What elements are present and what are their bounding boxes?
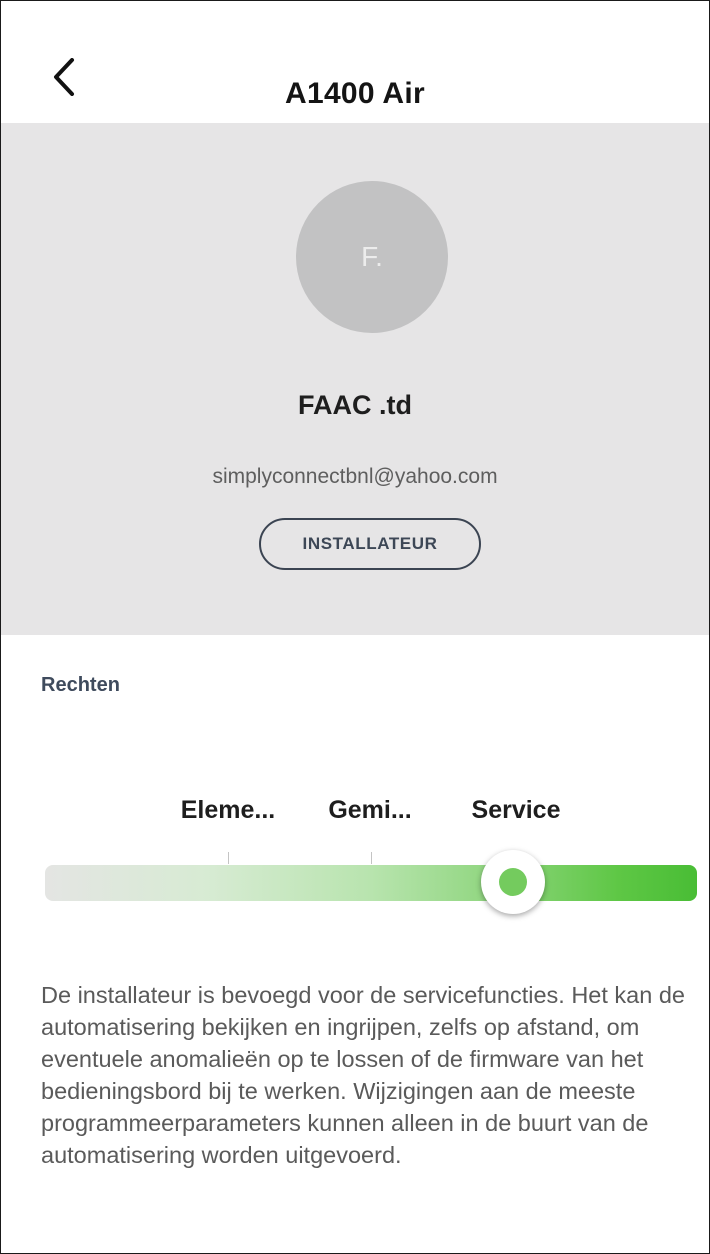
rights-level-slider-thumb[interactable] xyxy=(481,850,545,914)
user-email: simplyconnectbnl@yahoo.com xyxy=(212,465,498,488)
avatar: F. xyxy=(296,181,448,333)
rights-section-label: Rechten xyxy=(41,674,120,696)
slider-thumb-dot xyxy=(499,868,527,896)
app-screen: A1400 Air F. FAAC .td simplyconnectbnl@y… xyxy=(0,0,710,1254)
rights-description: De installateur is bevoegd voor de servi… xyxy=(41,982,685,1168)
level-label-elementary[interactable]: Eleme... xyxy=(181,796,276,825)
level-label-service[interactable]: Service xyxy=(472,796,561,825)
role-badge: INSTALLATEUR xyxy=(259,518,481,570)
profile-panel: F. FAAC .td simplyconnectbnl@yahoo.com I… xyxy=(1,123,709,635)
user-name: FAAC .td xyxy=(298,390,412,420)
page-title: A1400 Air xyxy=(285,77,425,110)
rights-level-slider-track[interactable] xyxy=(45,865,697,901)
slider-tick-elementary xyxy=(228,852,229,864)
level-label-intermediate[interactable]: Gemi... xyxy=(328,796,411,825)
slider-tick-intermediate xyxy=(371,852,372,864)
top-bar: A1400 Air xyxy=(1,1,709,123)
